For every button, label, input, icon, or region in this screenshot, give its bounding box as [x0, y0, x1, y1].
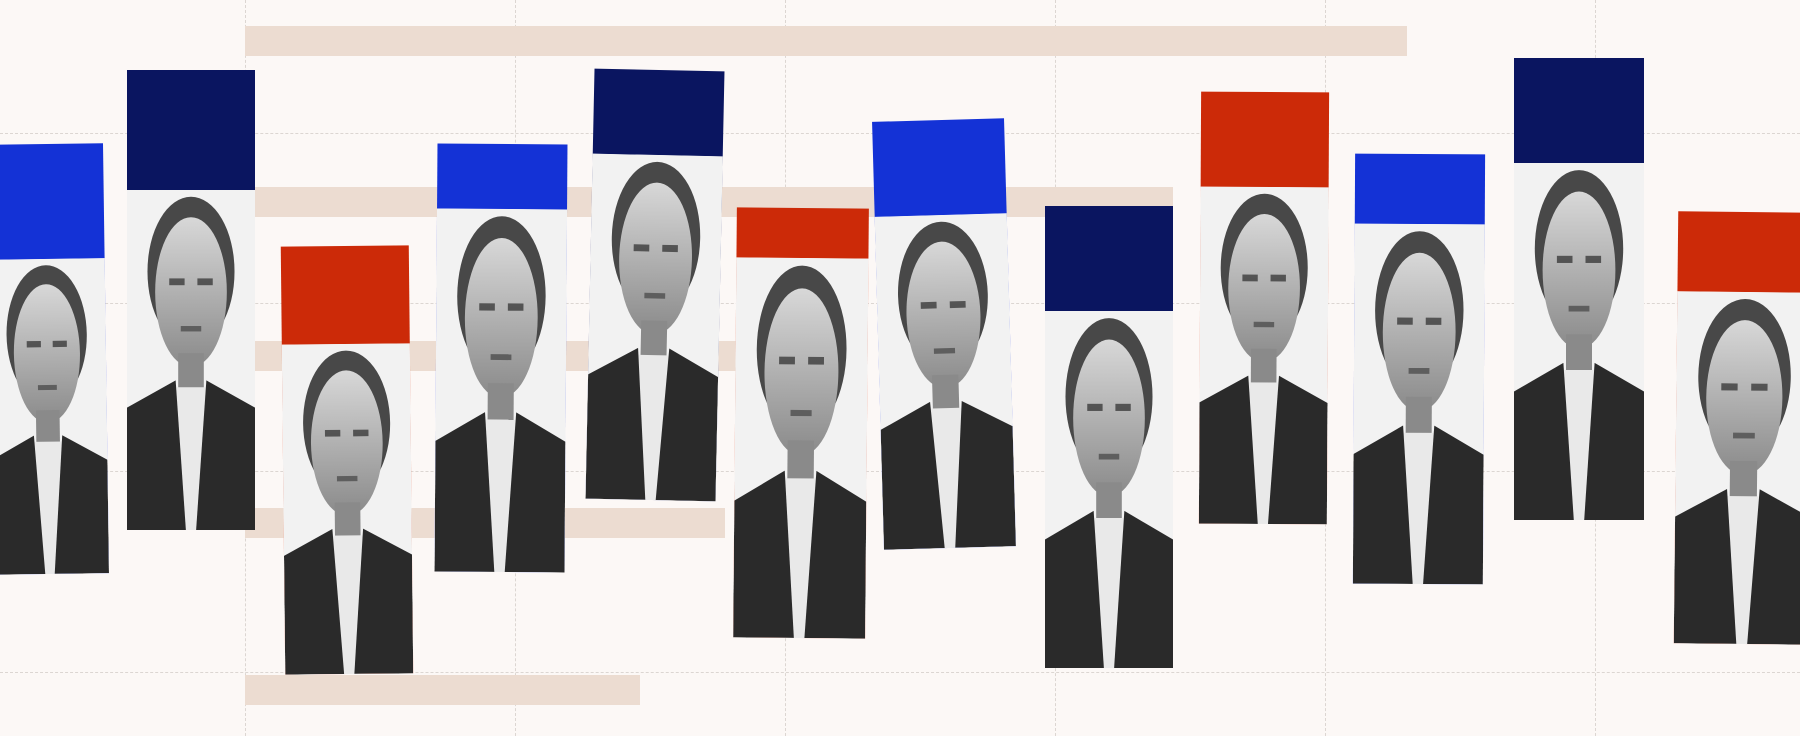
portrait-photo	[1514, 163, 1644, 520]
portrait-photo	[1673, 291, 1800, 645]
portrait-photo	[0, 258, 109, 575]
portrait-10	[1352, 153, 1486, 585]
portrait-silhouette	[1673, 291, 1800, 645]
portrait-2	[127, 70, 255, 530]
grid-line	[0, 672, 1800, 673]
portrait-12	[1673, 211, 1800, 645]
portrait-silhouette	[733, 257, 869, 639]
portrait-silhouette	[0, 258, 109, 575]
portrait-11	[1514, 58, 1644, 520]
portrait-4	[434, 143, 568, 573]
portrait-silhouette	[281, 343, 414, 675]
portrait-silhouette	[127, 190, 255, 530]
portrait-silhouette	[1045, 311, 1173, 668]
portrait-silhouette	[1514, 163, 1644, 520]
portrait-photo	[1198, 186, 1329, 525]
portrait-silhouette	[434, 208, 568, 573]
portrait-9	[1198, 91, 1330, 525]
portrait-photo	[585, 153, 723, 502]
portrait-silhouette	[874, 213, 1016, 550]
portrait-photo	[1045, 311, 1173, 668]
portrait-photo	[1352, 223, 1485, 585]
portrait-5	[585, 68, 725, 502]
portrait-3	[280, 245, 414, 675]
background-bar	[245, 675, 640, 705]
illustration-canvas	[0, 0, 1800, 736]
background-bar	[245, 26, 1407, 56]
portrait-photo	[874, 213, 1016, 550]
portrait-8	[1045, 206, 1173, 668]
portrait-silhouette	[1352, 223, 1485, 585]
portrait-silhouette	[585, 153, 723, 502]
portrait-6	[733, 207, 869, 639]
portrait-photo	[281, 343, 414, 675]
portrait-photo	[434, 208, 568, 573]
portrait-silhouette	[1198, 186, 1329, 525]
portrait-photo	[127, 190, 255, 530]
portrait-7	[872, 118, 1016, 550]
portrait-photo	[733, 257, 869, 639]
portrait-1	[0, 143, 109, 575]
